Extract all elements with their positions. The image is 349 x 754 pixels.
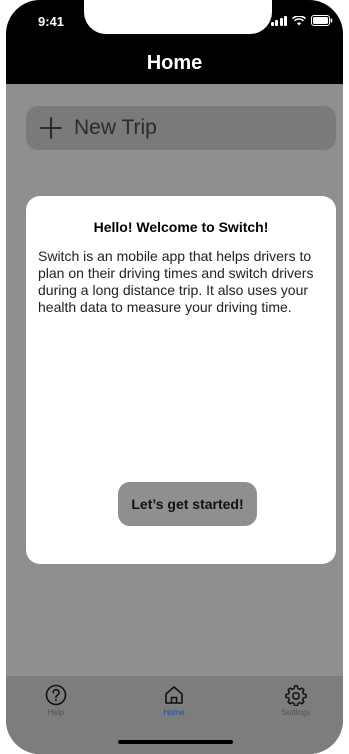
status-icons bbox=[270, 15, 334, 26]
new-trip-button[interactable]: New Trip bbox=[26, 106, 336, 150]
tab-help[interactable]: Help bbox=[16, 684, 96, 717]
home-icon bbox=[165, 686, 183, 704]
tab-home[interactable]: Home bbox=[134, 684, 214, 717]
plus-icon bbox=[40, 117, 62, 139]
device-notch bbox=[84, 0, 272, 34]
tab-help-label: Help bbox=[47, 708, 65, 717]
tab-settings[interactable]: Settings bbox=[256, 684, 336, 717]
modal-title: Hello! Welcome to Switch! bbox=[93, 219, 269, 235]
cellular-signal-icon bbox=[270, 15, 287, 26]
wifi-icon bbox=[292, 15, 306, 26]
welcome-modal: Hello! Welcome to Switch! Switch is an m… bbox=[26, 196, 336, 564]
battery-icon bbox=[311, 15, 333, 26]
help-icon bbox=[45, 684, 67, 706]
status-time: 9:41 bbox=[38, 14, 65, 29]
gear-icon bbox=[285, 685, 307, 706]
status-bar: 9:41 bbox=[6, 0, 343, 44]
modal-description: Switch is an mobile app that helps drive… bbox=[38, 248, 314, 315]
phone-frame: 9:41 Home New Trip Hello! Welcome to Swi… bbox=[6, 0, 343, 754]
new-trip-label: New Trip bbox=[74, 116, 157, 139]
get-started-button[interactable]: Let’s get started! bbox=[118, 482, 257, 526]
tab-home-label: Home bbox=[163, 708, 185, 717]
home-indicator[interactable] bbox=[118, 740, 233, 744]
tab-settings-label: Settings bbox=[281, 708, 311, 717]
page-title: Home bbox=[146, 52, 203, 74]
